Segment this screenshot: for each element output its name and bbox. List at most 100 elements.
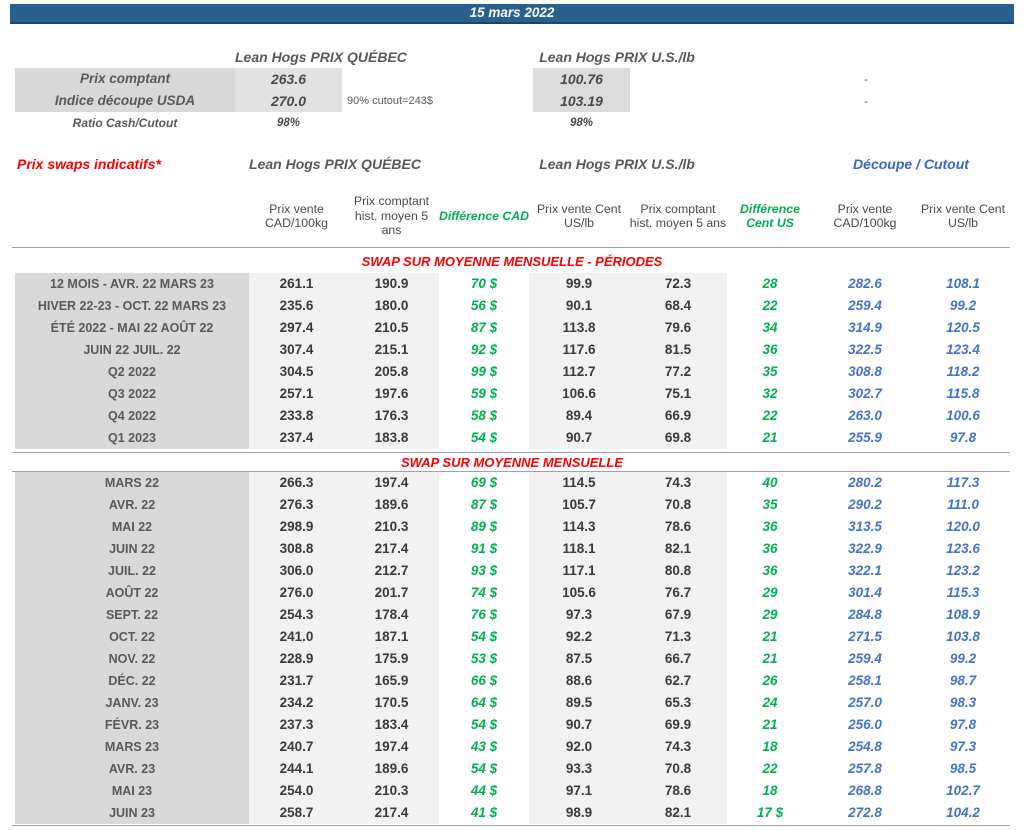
- cell-diff-cad: 58 $: [470, 408, 498, 423]
- cell-cutout-cad: 322.9: [848, 541, 882, 556]
- cell-diff-cad: 54 $: [470, 430, 498, 445]
- cell-diff-cad: 74 $: [470, 585, 498, 600]
- row-label: 12 MOIS - AVR. 22 MARS 23: [15, 273, 249, 295]
- cell-cutout-us: 103.8: [946, 629, 980, 644]
- cell-diff-cad: 89 $: [470, 519, 498, 534]
- column-header-cutout-us: Prix vente Cent US/lb: [920, 201, 1006, 231]
- cell-cutout-cad: 258.1: [848, 673, 882, 688]
- cell-diff-cad: 41 $: [470, 805, 498, 820]
- cell-qc-hist: 170.5: [344, 692, 439, 714]
- row-label: ÉTÉ 2022 - MAI 22 AOÛT 22: [15, 317, 249, 339]
- row-label: AOÛT 22: [15, 582, 249, 604]
- cell-diff-cad: 93 $: [470, 563, 498, 578]
- column-header-row: Prix vente CAD/100kg Prix comptant hist.…: [15, 185, 1009, 247]
- cell-us-hist: 76.7: [629, 582, 727, 604]
- cell-diff-us: 26: [762, 673, 778, 688]
- row-label: OCT. 22: [15, 626, 249, 648]
- row-label: Q2 2022: [15, 361, 249, 383]
- cutout-note: 90% cutout=243$: [347, 95, 433, 107]
- cell-qc-sell: 235.6: [249, 295, 344, 317]
- cell-diff-cad: 87 $: [470, 497, 498, 512]
- cell-diff-us: 21: [762, 717, 778, 732]
- cell-diff-cad: 69 $: [470, 475, 498, 490]
- cell-cutout-cad: 313.5: [848, 519, 882, 534]
- cell-diff-cad: 54 $: [470, 629, 498, 644]
- cell-diff-cad: 56 $: [470, 298, 498, 313]
- cell-diff-us: 36: [762, 342, 778, 357]
- cell-qc-sell: 254.0: [249, 780, 344, 802]
- cell-us-hist: 65.3: [629, 692, 727, 714]
- cell-diff-us: 18: [762, 783, 778, 798]
- cell-qc-sell: 241.0: [249, 626, 344, 648]
- row-label: FÉVR. 23: [15, 714, 249, 736]
- cell-cutout-us: 120.0: [946, 519, 980, 534]
- swap-table-mensuelle: MARS 22 266.3 197.4 69 $ 114.5 74.3 40 2…: [15, 472, 1009, 824]
- row-label: AVR. 22: [15, 494, 249, 516]
- spot-price-us-value: 100.76: [560, 71, 603, 87]
- cell-qc-hist: 197.4: [344, 736, 439, 758]
- cell-us-sell: 89.4: [529, 405, 629, 427]
- report-date: 15 mars 2022: [469, 5, 555, 20]
- cell-diff-us: 21: [762, 430, 778, 445]
- cell-cutout-cad: 268.8: [848, 783, 882, 798]
- cell-cutout-us: 123.4: [946, 342, 980, 357]
- cell-cutout-cad: 259.4: [848, 651, 882, 666]
- cell-us-sell: 92.0: [529, 736, 629, 758]
- cell-qc-sell: 237.4: [249, 427, 344, 449]
- cell-cutout-cad: 301.4: [848, 585, 882, 600]
- cell-qc-hist: 183.8: [344, 427, 439, 449]
- cell-cutout-us: 99.2: [949, 651, 977, 666]
- cell-cutout-us: 98.3: [949, 695, 977, 710]
- swaps-quebec-header: Lean Hogs PRIX QUÉBEC: [249, 156, 421, 172]
- cell-us-hist: 77.2: [629, 361, 727, 383]
- swap-table-periodes: 12 MOIS - AVR. 22 MARS 23 261.1 190.9 70…: [15, 273, 1009, 449]
- cell-us-sell: 117.6: [529, 339, 629, 361]
- cell-qc-hist: 178.4: [344, 604, 439, 626]
- cell-qc-hist: 197.4: [344, 472, 439, 494]
- cell-qc-sell: 297.4: [249, 317, 344, 339]
- cell-us-sell: 98.9: [529, 802, 629, 824]
- cell-us-hist: 70.8: [629, 494, 727, 516]
- cell-us-sell: 106.6: [529, 383, 629, 405]
- ratio-label: Ratio Cash/Cutout: [72, 116, 178, 130]
- cutout-index-us-value: 103.19: [560, 93, 603, 109]
- cell-cutout-us: 111.0: [947, 497, 979, 512]
- cell-qc-hist: 215.1: [344, 339, 439, 361]
- cell-cutout-us: 97.8: [949, 717, 977, 732]
- cell-us-sell: 92.2: [529, 626, 629, 648]
- row-label: DÉC. 22: [15, 670, 249, 692]
- cell-cutout-cad: 322.5: [848, 342, 882, 357]
- cell-cutout-cad: 257.8: [848, 761, 882, 776]
- cell-cutout-cad: 302.7: [848, 386, 882, 401]
- cell-us-hist: 67.9: [629, 604, 727, 626]
- cell-qc-sell: 298.9: [249, 516, 344, 538]
- cell-diff-cad: 99 $: [470, 364, 498, 379]
- row-label: MAI 23: [15, 780, 249, 802]
- cell-qc-sell: 244.1: [249, 758, 344, 780]
- cell-diff-us: 36: [762, 541, 778, 556]
- cell-qc-hist: 210.5: [344, 317, 439, 339]
- cell-us-hist: 78.6: [629, 516, 727, 538]
- cell-us-sell: 88.6: [529, 670, 629, 692]
- divider-line: [12, 452, 1010, 453]
- cutout-index-label: Indice découpe USDA: [54, 93, 196, 108]
- cell-cutout-cad: 308.8: [848, 364, 882, 379]
- cell-us-hist: 66.7: [629, 648, 727, 670]
- cell-diff-cad: 92 $: [470, 342, 498, 357]
- cell-diff-cad: 64 $: [470, 695, 498, 710]
- cell-cutout-cad: 282.6: [848, 276, 882, 291]
- cell-qc-hist: 217.4: [344, 538, 439, 560]
- cell-us-sell: 114.3: [529, 516, 629, 538]
- cell-cutout-cad: 263.0: [848, 408, 882, 423]
- cell-us-hist: 69.9: [629, 714, 727, 736]
- cell-diff-cad: 76 $: [470, 607, 498, 622]
- cell-cutout-us: 120.5: [946, 320, 980, 335]
- cell-diff-cad: 53 $: [470, 651, 498, 666]
- ratio-quebec-value: 98%: [276, 117, 301, 129]
- cell-us-hist: 72.3: [629, 273, 727, 295]
- cell-us-hist: 82.1: [629, 802, 727, 824]
- column-header-spacer: [15, 185, 249, 247]
- cell-diff-us: 35: [762, 497, 778, 512]
- cell-us-hist: 74.3: [629, 736, 727, 758]
- cell-qc-sell: 306.0: [249, 560, 344, 582]
